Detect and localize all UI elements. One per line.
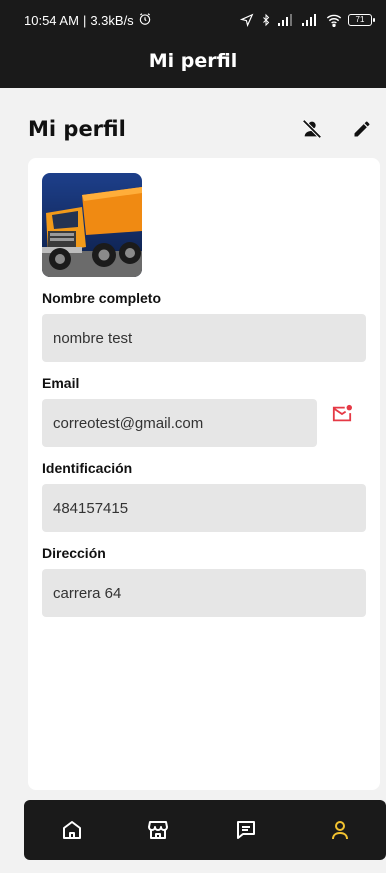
edit-pencil-icon[interactable] <box>350 117 374 141</box>
field-label-address: Dirección <box>42 545 106 561</box>
status-separator: | <box>82 12 87 28</box>
user-icon[interactable] <box>326 816 354 844</box>
id-field[interactable]: 484157415 <box>42 484 366 532</box>
person-off-icon[interactable] <box>300 117 324 141</box>
header-actions <box>300 117 374 141</box>
status-left: 10:54 AM | 3.3kB/s <box>24 12 152 29</box>
signal-icon <box>302 14 320 26</box>
bottom-nav <box>24 800 386 860</box>
home-icon[interactable] <box>58 816 86 844</box>
store-icon[interactable] <box>144 816 172 844</box>
field-label-id: Identificación <box>42 460 133 476</box>
bluetooth-icon <box>260 13 272 27</box>
name-field[interactable]: nombre test <box>42 314 366 362</box>
page-title: Mi perfil <box>148 50 238 72</box>
app-bar: 10:54 AM | 3.3kB/s 71 Mi perfil <box>0 0 386 88</box>
email-field[interactable]: correotest@gmail.com <box>42 399 317 447</box>
section-title: Mi perfil <box>28 117 126 141</box>
mail-unread-icon[interactable] <box>330 402 354 426</box>
avatar[interactable] <box>42 173 142 277</box>
chat-icon[interactable] <box>232 816 260 844</box>
status-time: 10:54 AM <box>24 12 79 28</box>
wifi-icon <box>326 13 342 27</box>
status-speed: 3.3kB/s <box>90 12 134 28</box>
battery-icon: 71 <box>348 14 375 26</box>
signal-icon <box>278 14 296 26</box>
status-bar: 10:54 AM | 3.3kB/s 71 <box>0 0 386 40</box>
location-icon <box>240 13 254 27</box>
field-label-email: Email <box>42 375 80 391</box>
address-field[interactable]: carrera 64 <box>42 569 366 617</box>
section-header: Mi perfil <box>28 114 374 144</box>
status-right: 71 <box>240 13 375 27</box>
alarm-icon <box>138 12 152 29</box>
field-label-name: Nombre completo <box>42 290 162 306</box>
